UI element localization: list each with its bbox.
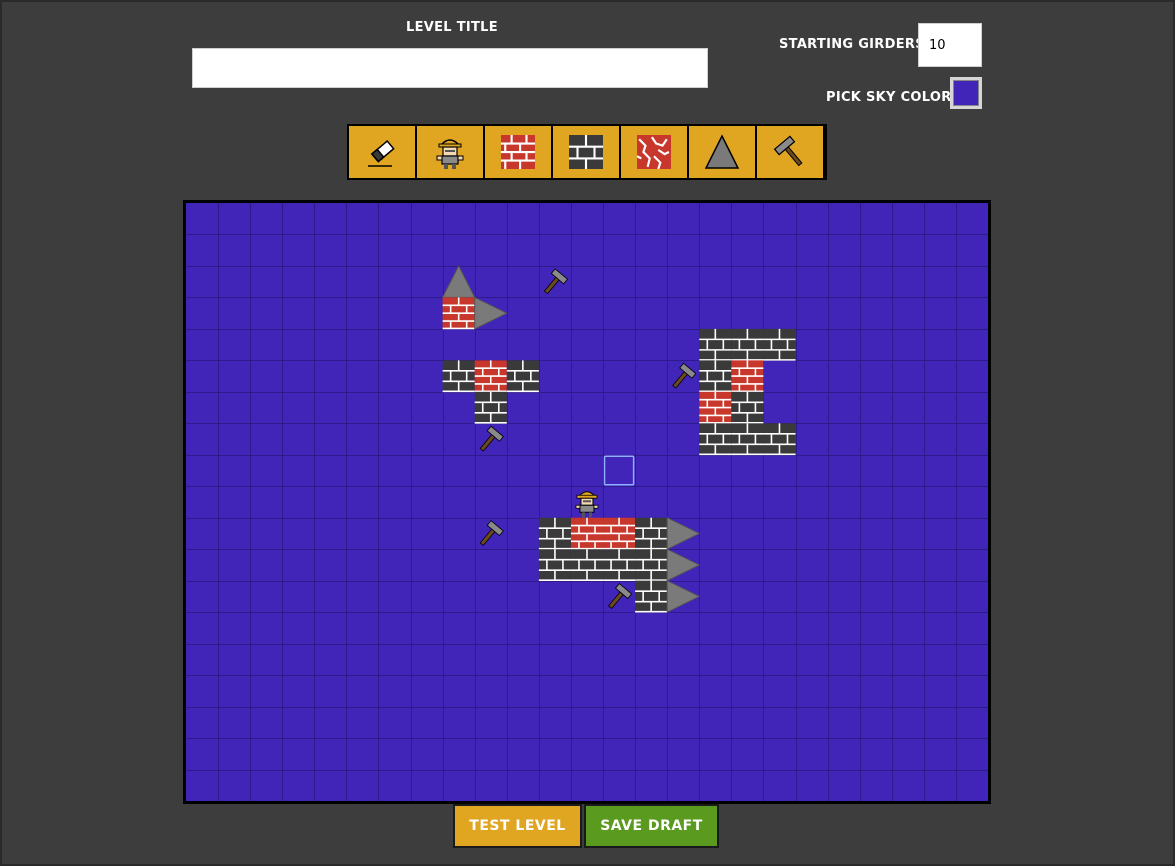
dark-brick-tile[interactable] xyxy=(635,549,668,581)
hammer-icon xyxy=(773,135,803,167)
dark-brick-tile[interactable] xyxy=(763,423,796,456)
dark-brick-tile[interactable] xyxy=(603,549,636,581)
red-brick-tile[interactable] xyxy=(570,517,604,550)
red-brick-tile[interactable] xyxy=(699,391,732,424)
sky-color-swatch xyxy=(953,80,979,106)
dark-brick-icon xyxy=(569,135,603,169)
red-brick-icon xyxy=(501,135,535,169)
dark-brick-tile[interactable] xyxy=(506,360,539,393)
dark-brick-tile[interactable] xyxy=(731,328,764,361)
spike-icon xyxy=(704,134,740,169)
save-draft-button[interactable]: SAVE DRAFT xyxy=(584,804,719,848)
dark-brick-tile[interactable] xyxy=(699,423,732,456)
test-level-button[interactable]: TEST LEVEL xyxy=(453,804,582,848)
spike-tool[interactable] xyxy=(689,126,755,178)
dark-brick-tile[interactable] xyxy=(474,391,507,424)
dark-brick-tool[interactable] xyxy=(553,126,619,178)
dark-brick-tile[interactable] xyxy=(763,328,796,361)
dark-brick-tile[interactable] xyxy=(699,328,732,361)
dark-brick-tile[interactable] xyxy=(731,391,764,424)
red-brick-tile[interactable] xyxy=(442,297,475,330)
level-grid[interactable] xyxy=(186,203,988,801)
worker-tool[interactable] xyxy=(417,126,483,178)
dark-brick-tile[interactable] xyxy=(570,549,604,581)
tile-toolbar xyxy=(347,124,827,180)
hammer-tool[interactable] xyxy=(757,126,823,178)
red-brick-tool[interactable] xyxy=(485,126,551,178)
cracked-brick-tool[interactable] xyxy=(621,126,687,178)
worker-icon xyxy=(436,139,464,169)
cracked-brick-icon xyxy=(637,135,671,169)
sky-color-picker[interactable] xyxy=(950,77,982,109)
dark-brick-tile[interactable] xyxy=(442,360,475,393)
dark-brick-tile[interactable] xyxy=(731,423,764,456)
eraser-tool[interactable] xyxy=(349,126,415,178)
level-title-input[interactable] xyxy=(192,48,708,88)
level-board[interactable] xyxy=(183,200,991,804)
starting-girders-input[interactable] xyxy=(918,23,982,67)
red-brick-tile[interactable] xyxy=(474,360,507,393)
sky-color-label: PICK SKY COLOR xyxy=(826,90,952,105)
dark-brick-tile[interactable] xyxy=(699,360,732,393)
dark-brick-tile[interactable] xyxy=(538,549,571,581)
level-title-label: LEVEL TITLE xyxy=(406,20,498,35)
eraser-icon xyxy=(368,140,395,167)
red-brick-tile[interactable] xyxy=(731,360,764,393)
dark-brick-tile[interactable] xyxy=(635,580,668,613)
starting-girders-label: STARTING GIRDERS xyxy=(779,37,925,52)
red-brick-tile[interactable] xyxy=(603,517,636,550)
dark-brick-tile[interactable] xyxy=(635,517,668,550)
dark-brick-tile[interactable] xyxy=(538,517,571,550)
